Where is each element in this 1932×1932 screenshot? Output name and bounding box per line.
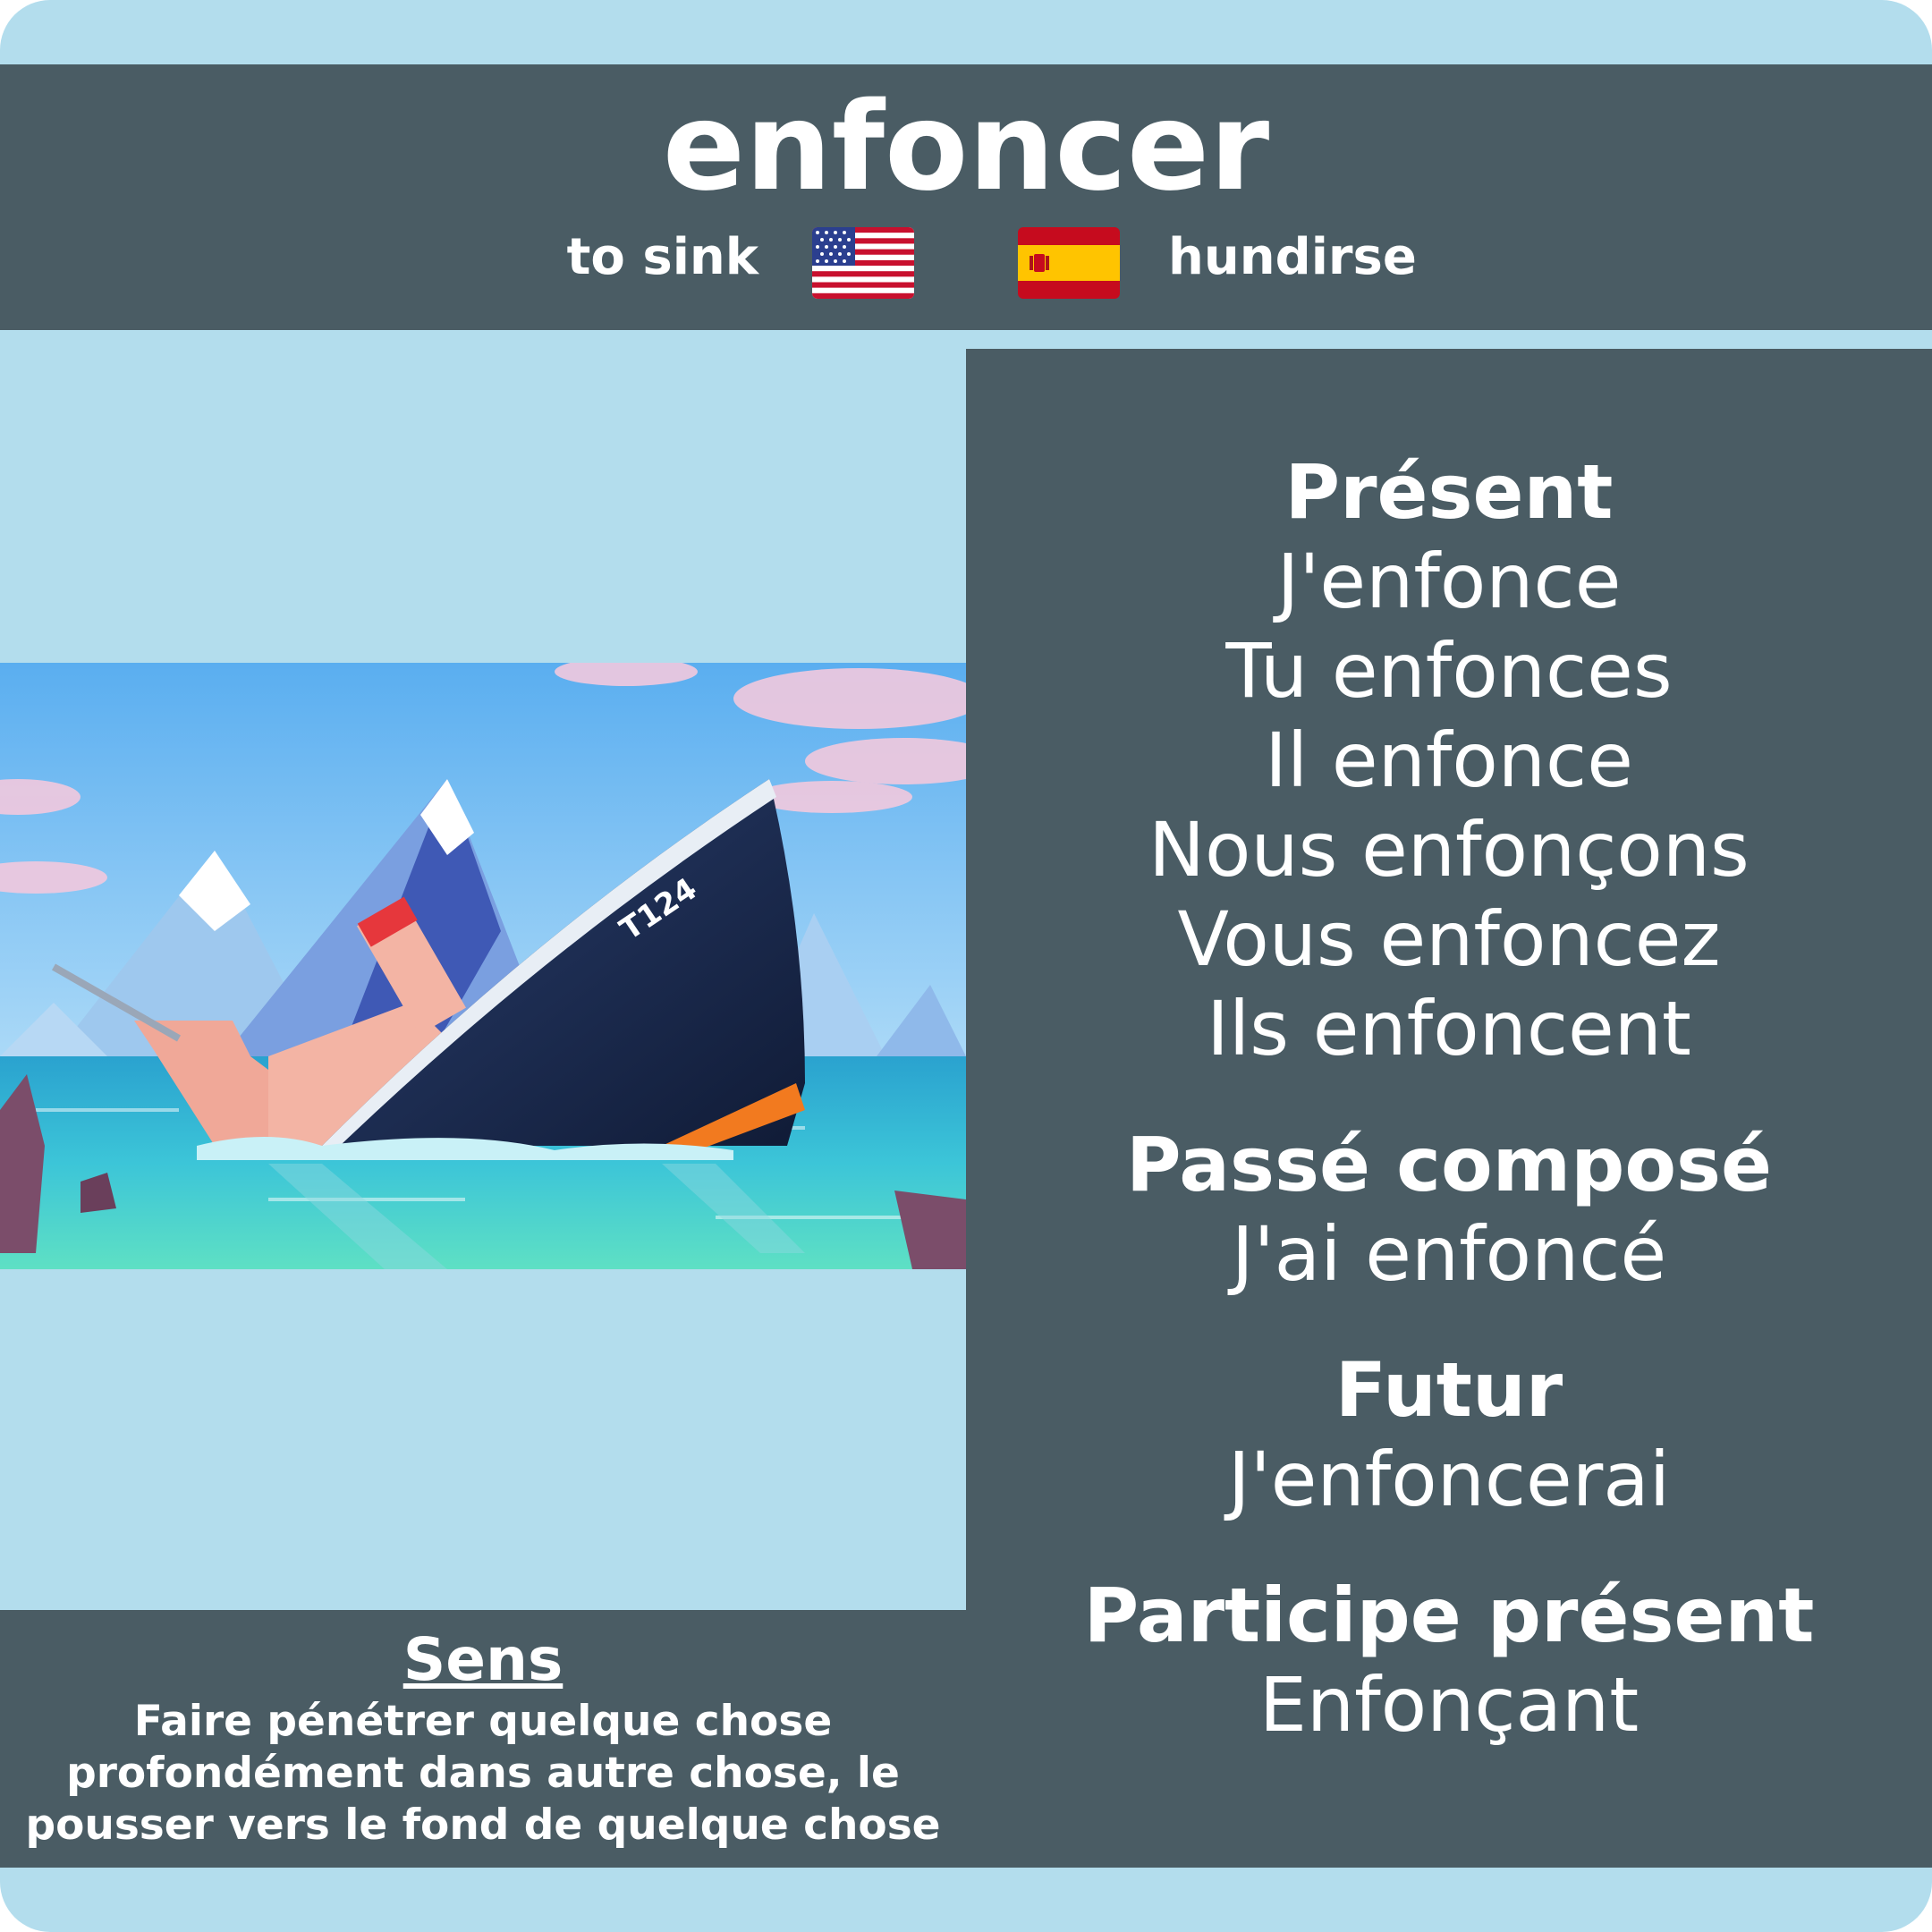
verb-card: enfoncer to sink hundirse T124 Présent J…: [0, 0, 1932, 1932]
tense-futur-form: J'enfoncerai: [1227, 1436, 1671, 1523]
spain-flag-icon: [1018, 227, 1120, 299]
tense-present-label: Présent: [1284, 448, 1614, 536]
conjugation-form: Tu enfonces: [1225, 627, 1673, 715]
conjugation-form: Ils enfoncent: [1207, 985, 1691, 1072]
tense-futur-label: Futur: [1335, 1346, 1563, 1434]
us-flag-icon: [812, 227, 914, 299]
translation-english: to sink: [566, 228, 758, 286]
tense-passe-compose-form: J'ai enfoncé: [1231, 1210, 1667, 1298]
conjugation-form: Il enfonce: [1265, 716, 1633, 804]
conjugation-form: Vous enfoncez: [1177, 895, 1721, 983]
tense-present-forms: J'enfonce Tu enfonces Il enfonce Nous en…: [966, 537, 1932, 1073]
sens-definition: Faire pénétrer quelque chose profondémen…: [25, 1697, 941, 1850]
tense-participe-present-label: Participe présent: [1083, 1572, 1815, 1659]
verb-title: enfoncer: [662, 77, 1270, 218]
tense-participe-present-form: Enfonçant: [1258, 1661, 1640, 1749]
conjugation-panel: Présent J'enfonce Tu enfonces Il enfonce…: [966, 349, 1932, 1868]
sens-panel: Sens Faire pénétrer quelque chose profon…: [0, 1610, 966, 1868]
sens-title: Sens: [402, 1625, 564, 1694]
conjugation-form: J'enfonce: [1276, 538, 1622, 625]
sinking-ship-illustration: T124: [0, 663, 966, 1269]
translation-spanish: hundirse: [1168, 228, 1417, 286]
tense-passe-compose-label: Passé composé: [1125, 1121, 1773, 1208]
conjugation-form: Nous enfonçons: [1148, 806, 1750, 894]
